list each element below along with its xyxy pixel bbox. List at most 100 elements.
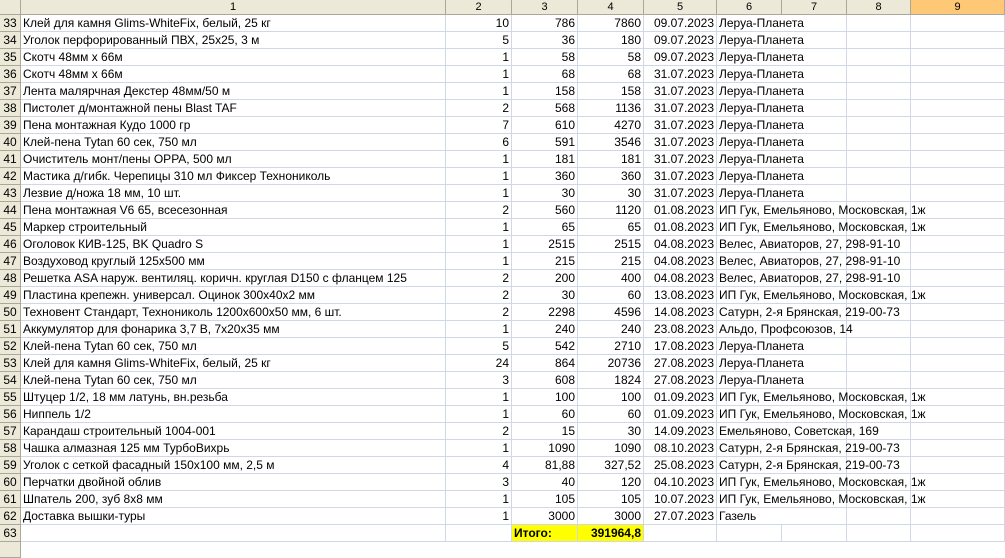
supplier-cell[interactable]: Газель bbox=[717, 508, 1005, 525]
price-cell[interactable]: 60 bbox=[512, 406, 578, 423]
sum-cell[interactable]: 30 bbox=[578, 423, 644, 440]
empty-cell[interactable] bbox=[21, 525, 446, 542]
price-cell[interactable]: 30 bbox=[512, 185, 578, 202]
date-cell[interactable]: 27.07.2023 bbox=[644, 508, 717, 525]
date-cell[interactable]: 04.08.2023 bbox=[644, 270, 717, 287]
supplier-cell[interactable]: Леруа-Планета bbox=[717, 100, 1005, 117]
date-cell[interactable]: 25.08.2023 bbox=[644, 457, 717, 474]
date-cell[interactable]: 31.07.2023 bbox=[644, 151, 717, 168]
supplier-cell[interactable]: Велес, Авиаторов, 27, 298-91-10 bbox=[717, 236, 1005, 253]
empty-cell[interactable] bbox=[847, 525, 911, 542]
date-cell[interactable]: 14.09.2023 bbox=[644, 423, 717, 440]
date-cell[interactable]: 10.07.2023 bbox=[644, 491, 717, 508]
column-header-6[interactable]: 6 bbox=[717, 0, 782, 15]
quantity-cell[interactable]: 2 bbox=[446, 270, 512, 287]
sum-cell[interactable]: 4596 bbox=[578, 304, 644, 321]
price-cell[interactable]: 200 bbox=[512, 270, 578, 287]
date-cell[interactable]: 04.08.2023 bbox=[644, 253, 717, 270]
quantity-cell[interactable]: 7 bbox=[446, 117, 512, 134]
quantity-cell[interactable]: 1 bbox=[446, 168, 512, 185]
row-header[interactable]: 36 bbox=[0, 66, 21, 83]
row-header[interactable]: 40 bbox=[0, 134, 21, 151]
quantity-cell[interactable]: 10 bbox=[446, 15, 512, 32]
quantity-cell[interactable]: 6 bbox=[446, 134, 512, 151]
supplier-cell[interactable]: Велес, Авиаторов, 27, 298-91-10 bbox=[717, 270, 1005, 287]
item-name-cell[interactable]: Перчатки двойной облив bbox=[21, 474, 446, 491]
supplier-cell[interactable]: ИП Гук, Емельяново, Московская, 1ж bbox=[717, 287, 1005, 304]
date-cell[interactable]: 31.07.2023 bbox=[644, 117, 717, 134]
price-cell[interactable]: 181 bbox=[512, 151, 578, 168]
date-cell[interactable]: 08.10.2023 bbox=[644, 440, 717, 457]
date-cell[interactable]: 01.09.2023 bbox=[644, 406, 717, 423]
date-cell[interactable]: 14.08.2023 bbox=[644, 304, 717, 321]
select-all-corner[interactable] bbox=[0, 0, 21, 15]
quantity-cell[interactable]: 1 bbox=[446, 236, 512, 253]
column-header-4[interactable]: 4 bbox=[578, 0, 644, 15]
item-name-cell[interactable]: Очиститель монт/пены OPPA, 500 мл bbox=[21, 151, 446, 168]
row-header[interactable]: 58 bbox=[0, 440, 21, 457]
empty-cell[interactable] bbox=[446, 525, 512, 542]
sum-cell[interactable]: 68 bbox=[578, 66, 644, 83]
item-name-cell[interactable]: Клей-пена Tytan 60 сек, 750 мл bbox=[21, 338, 446, 355]
row-header[interactable]: 55 bbox=[0, 389, 21, 406]
quantity-cell[interactable]: 1 bbox=[446, 253, 512, 270]
item-name-cell[interactable]: Доставка вышки-туры bbox=[21, 508, 446, 525]
quantity-cell[interactable]: 1 bbox=[446, 185, 512, 202]
supplier-cell[interactable]: Сатурн, 2-я Брянская, 219-00-73 bbox=[717, 457, 1005, 474]
price-cell[interactable]: 608 bbox=[512, 372, 578, 389]
price-cell[interactable]: 2515 bbox=[512, 236, 578, 253]
price-cell[interactable]: 36 bbox=[512, 32, 578, 49]
row-header[interactable]: 41 bbox=[0, 151, 21, 168]
row-header[interactable]: 37 bbox=[0, 83, 21, 100]
date-cell[interactable]: 31.07.2023 bbox=[644, 100, 717, 117]
price-cell[interactable]: 100 bbox=[512, 389, 578, 406]
price-cell[interactable]: 58 bbox=[512, 49, 578, 66]
date-cell[interactable]: 31.07.2023 bbox=[644, 83, 717, 100]
price-cell[interactable]: 240 bbox=[512, 321, 578, 338]
quantity-cell[interactable]: 5 bbox=[446, 338, 512, 355]
item-name-cell[interactable]: Уголок с сеткой фасадный 150х100 мм, 2,5… bbox=[21, 457, 446, 474]
row-header[interactable]: 63 bbox=[0, 525, 21, 542]
quantity-cell[interactable]: 4 bbox=[446, 457, 512, 474]
item-name-cell[interactable]: Шпатель 200, зуб 8х8 мм bbox=[21, 491, 446, 508]
item-name-cell[interactable]: Аккумулятор для фонарика 3,7 В, 7х20х35 … bbox=[21, 321, 446, 338]
date-cell[interactable]: 13.08.2023 bbox=[644, 287, 717, 304]
date-cell[interactable]: 31.07.2023 bbox=[644, 66, 717, 83]
supplier-cell[interactable]: Леруа-Планета bbox=[717, 355, 1005, 372]
row-header[interactable]: 51 bbox=[0, 321, 21, 338]
row-header[interactable]: 50 bbox=[0, 304, 21, 321]
date-cell[interactable]: 27.08.2023 bbox=[644, 355, 717, 372]
quantity-cell[interactable]: 1 bbox=[446, 389, 512, 406]
supplier-cell[interactable]: Леруа-Планета bbox=[717, 134, 1005, 151]
supplier-cell[interactable]: ИП Гук, Емельяново, Московская, 1ж bbox=[717, 491, 1005, 508]
price-cell[interactable]: 2298 bbox=[512, 304, 578, 321]
date-cell[interactable]: 31.07.2023 bbox=[644, 168, 717, 185]
sum-cell[interactable]: 7860 bbox=[578, 15, 644, 32]
supplier-cell[interactable]: Леруа-Планета bbox=[717, 49, 1005, 66]
price-cell[interactable]: 68 bbox=[512, 66, 578, 83]
quantity-cell[interactable]: 1 bbox=[446, 406, 512, 423]
supplier-cell[interactable]: Леруа-Планета bbox=[717, 151, 1005, 168]
item-name-cell[interactable]: Мастика д/гибк. Черепицы 310 мл Фиксер Т… bbox=[21, 168, 446, 185]
item-name-cell[interactable]: Клей-пена Tytan 60 сек, 750 мл bbox=[21, 134, 446, 151]
column-header-7[interactable]: 7 bbox=[782, 0, 847, 15]
row-header[interactable]: 39 bbox=[0, 117, 21, 134]
sum-cell[interactable]: 2515 bbox=[578, 236, 644, 253]
row-header[interactable]: 43 bbox=[0, 185, 21, 202]
row-header[interactable]: 42 bbox=[0, 168, 21, 185]
price-cell[interactable]: 40 bbox=[512, 474, 578, 491]
item-name-cell[interactable]: Пена монтажная V6 65, всесезонная bbox=[21, 202, 446, 219]
total-value-cell[interactable]: 391964,8 bbox=[578, 525, 644, 542]
sum-cell[interactable]: 58 bbox=[578, 49, 644, 66]
item-name-cell[interactable]: Воздуховод круглый 125х500 мм bbox=[21, 253, 446, 270]
sum-cell[interactable]: 100 bbox=[578, 389, 644, 406]
empty-cell[interactable] bbox=[911, 525, 1005, 542]
empty-cell[interactable] bbox=[717, 525, 782, 542]
price-cell[interactable]: 215 bbox=[512, 253, 578, 270]
price-cell[interactable]: 1090 bbox=[512, 440, 578, 457]
row-header[interactable]: 62 bbox=[0, 508, 21, 525]
date-cell[interactable]: 01.08.2023 bbox=[644, 219, 717, 236]
price-cell[interactable]: 65 bbox=[512, 219, 578, 236]
supplier-cell[interactable]: ИП Гук, Емельяново, Московская, 1ж bbox=[717, 202, 1005, 219]
row-header[interactable]: 45 bbox=[0, 219, 21, 236]
